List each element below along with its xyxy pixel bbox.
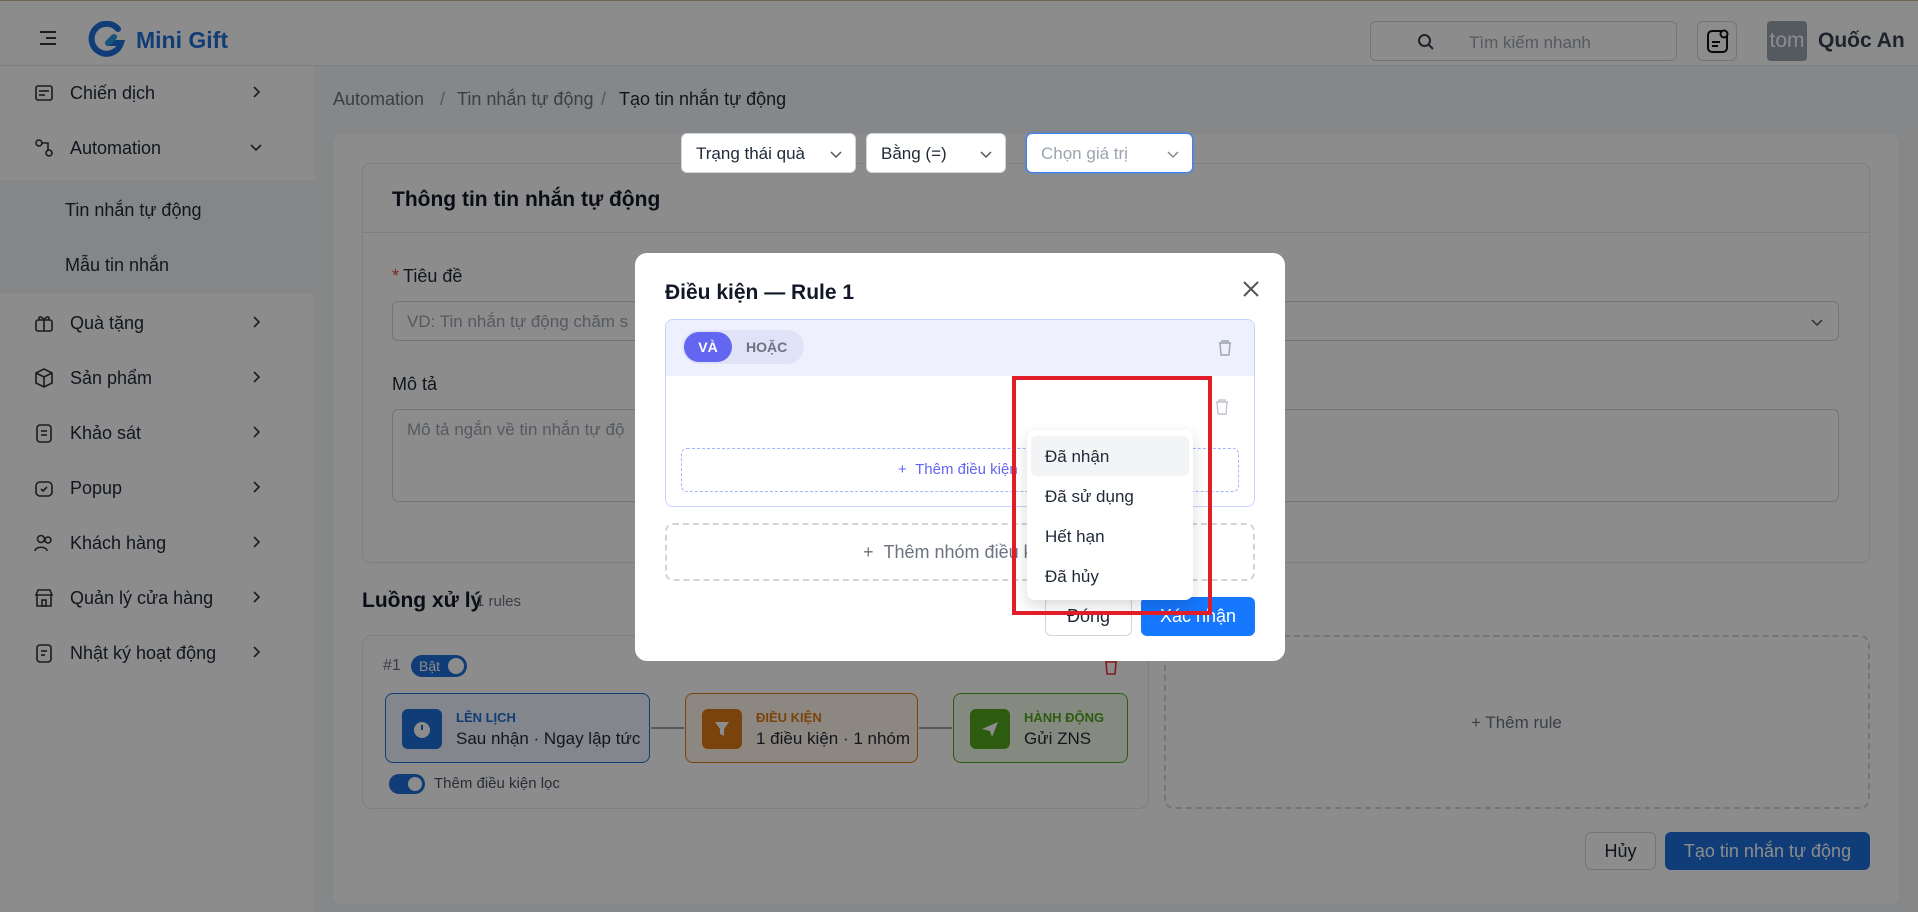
operator-select-value: Bằng (=) bbox=[881, 144, 947, 163]
field-select-value: Trạng thái quà bbox=[696, 144, 805, 163]
logic-and-button[interactable]: VÀ bbox=[684, 332, 732, 362]
add-condition-label: + Thêm điều kiện bbox=[898, 461, 1018, 478]
value-select[interactable]: Chọn giá trị bbox=[1026, 133, 1193, 173]
chevron-down-icon bbox=[980, 151, 992, 159]
delete-condition-icon[interactable] bbox=[1215, 399, 1229, 415]
highlight-annotation bbox=[1012, 376, 1212, 615]
chevron-down-icon bbox=[830, 151, 842, 159]
group-header: VÀ HOẶC bbox=[666, 320, 1254, 376]
close-icon[interactable] bbox=[1239, 277, 1263, 301]
delete-group-icon[interactable] bbox=[1218, 340, 1232, 356]
field-select[interactable]: Trạng thái quà bbox=[681, 133, 856, 173]
value-select-placeholder: Chọn giá trị bbox=[1041, 144, 1128, 163]
chevron-down-icon bbox=[1167, 151, 1179, 159]
operator-select[interactable]: Bằng (=) bbox=[866, 133, 1006, 173]
logic-or-button[interactable]: HOẶC bbox=[746, 339, 787, 355]
logic-toggle[interactable]: VÀ HOẶC bbox=[682, 330, 804, 364]
modal-title: Điều kiện — Rule 1 bbox=[665, 281, 855, 304]
